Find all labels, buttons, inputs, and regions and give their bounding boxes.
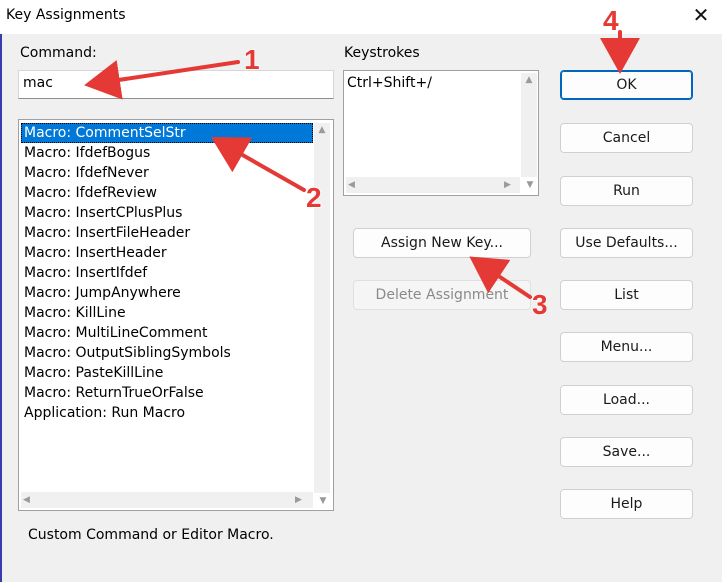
list-item[interactable]: Macro: ReturnTrueOrFalse: [21, 383, 313, 403]
list-item[interactable]: Macro: InsertCPlusPlus: [21, 203, 313, 223]
scroll-right-icon[interactable]: ▶: [504, 178, 511, 192]
scroll-down-icon[interactable]: ▼: [523, 178, 537, 192]
help-button[interactable]: Help: [560, 489, 693, 519]
commands-listbox[interactable]: Macro: CommentSelStr Macro: IfdefBogus M…: [18, 119, 334, 511]
keystrokes-vertical-scrollbar[interactable]: ▲: [521, 73, 537, 177]
command-description: Custom Command or Editor Macro.: [28, 527, 274, 543]
commands-list-items: Macro: CommentSelStr Macro: IfdefBogus M…: [21, 123, 313, 495]
run-button[interactable]: Run: [560, 176, 693, 206]
command-input[interactable]: mac: [18, 70, 334, 99]
assign-new-key-button[interactable]: Assign New Key...: [353, 228, 531, 258]
scroll-left-icon[interactable]: ◀: [348, 178, 355, 192]
list-item[interactable]: Macro: MultiLineComment: [21, 323, 313, 343]
keystrokes-horizontal-scrollbar[interactable]: ◀ ▶: [346, 177, 520, 193]
list-item[interactable]: Macro: CommentSelStr: [21, 123, 313, 143]
scroll-down-icon[interactable]: ▼: [316, 494, 330, 508]
scroll-left-icon[interactable]: ◀: [23, 493, 30, 507]
window-edge: [0, 34, 2, 582]
delete-assignment-button[interactable]: Delete Assignment: [353, 280, 531, 310]
command-label: Command:: [20, 45, 97, 61]
list-button[interactable]: List: [560, 280, 693, 310]
keystrokes-listbox[interactable]: Ctrl+Shift+/ ▲ ◀ ▶ ▼: [343, 70, 539, 196]
load-button[interactable]: Load...: [560, 385, 693, 415]
scroll-up-icon[interactable]: ▲: [314, 123, 330, 137]
list-item[interactable]: Macro: KillLine: [21, 303, 313, 323]
window-title: Key Assignments: [6, 7, 126, 23]
keystroke-item[interactable]: Ctrl+Shift+/: [344, 73, 538, 93]
scroll-up-icon[interactable]: ▲: [521, 73, 537, 87]
close-icon[interactable]: ✕: [690, 4, 712, 26]
list-item[interactable]: Macro: IfdefNever: [21, 163, 313, 183]
list-item[interactable]: Application: Run Macro: [21, 403, 313, 423]
scroll-right-icon[interactable]: ▶: [295, 493, 302, 507]
commands-horizontal-scrollbar[interactable]: ◀ ▶: [21, 492, 313, 508]
commands-vertical-scrollbar[interactable]: ▲: [314, 123, 330, 493]
annotation-number-3: 3: [532, 289, 548, 320]
use-defaults-button[interactable]: Use Defaults...: [560, 228, 693, 258]
list-item[interactable]: Macro: OutputSiblingSymbols: [21, 343, 313, 363]
list-item[interactable]: Macro: JumpAnywhere: [21, 283, 313, 303]
command-input-value: mac: [23, 75, 53, 91]
ok-button[interactable]: OK: [560, 70, 693, 100]
list-item[interactable]: Macro: InsertFileHeader: [21, 223, 313, 243]
keystrokes-label: Keystrokes: [344, 45, 420, 61]
cancel-button[interactable]: Cancel: [560, 123, 693, 153]
list-item[interactable]: Macro: InsertHeader: [21, 243, 313, 263]
list-item[interactable]: Macro: PasteKillLine: [21, 363, 313, 383]
list-item[interactable]: Macro: IfdefReview: [21, 183, 313, 203]
save-button[interactable]: Save...: [560, 437, 693, 467]
list-item[interactable]: Macro: IfdefBogus: [21, 143, 313, 163]
menu-button[interactable]: Menu...: [560, 332, 693, 362]
list-item[interactable]: Macro: InsertIfdef: [21, 263, 313, 283]
